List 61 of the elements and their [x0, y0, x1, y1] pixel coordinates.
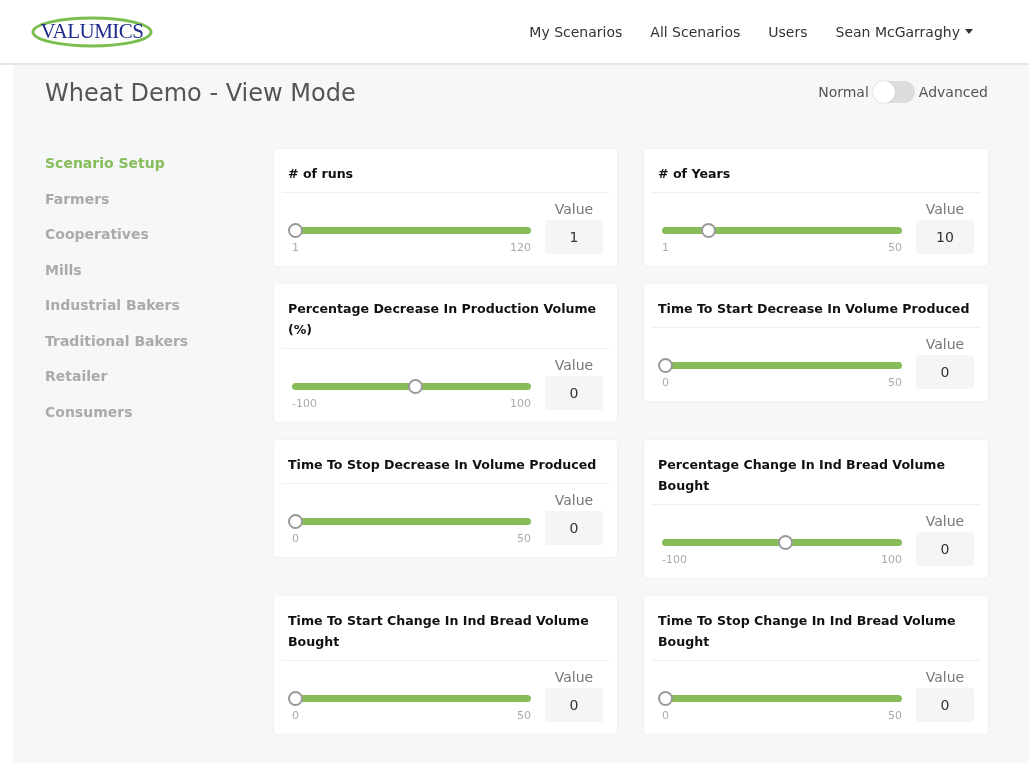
- min-label: 0: [292, 532, 299, 545]
- nav-link[interactable]: All Scenarios: [650, 23, 741, 40]
- slider-thumb[interactable]: [701, 223, 717, 238]
- caret-icon: [965, 29, 973, 34]
- parameter-title: Time To Stop Decrease In Volume Produced: [282, 454, 609, 484]
- parameter-title: Time To Start Decrease In Volume Produced: [652, 298, 980, 328]
- slider[interactable]: [662, 535, 902, 550]
- min-label: 0: [292, 709, 299, 722]
- min-label: 1: [292, 241, 299, 254]
- value-field[interactable]: 10: [916, 220, 974, 254]
- page-title: Wheat Demo - View Mode: [45, 79, 356, 109]
- value-field[interactable]: 1: [545, 220, 603, 254]
- value-label: Value: [925, 201, 965, 217]
- value-field[interactable]: 0: [545, 511, 603, 545]
- mode-toggle[interactable]: [872, 81, 915, 103]
- nav-link[interactable]: Sean McGarraghy: [835, 23, 973, 40]
- min-label: 0: [662, 376, 669, 389]
- valumics-logo[interactable]: VALUMICS: [30, 14, 154, 49]
- max-label: 50: [517, 709, 531, 722]
- value-label: Value: [554, 492, 594, 508]
- value-label: Value: [925, 513, 965, 529]
- value-label: Value: [554, 201, 594, 217]
- value-label: Value: [554, 357, 594, 373]
- min-label: -100: [662, 553, 687, 566]
- max-label: 50: [888, 376, 902, 389]
- parameter-title: Time To Stop Change In Ind Bread Volume Bought: [652, 610, 980, 661]
- max-label: 50: [888, 241, 902, 254]
- slider-thumb[interactable]: [778, 535, 793, 550]
- slider[interactable]: [292, 379, 531, 394]
- slider-thumb[interactable]: [407, 379, 423, 394]
- slider-thumb[interactable]: [288, 223, 303, 238]
- min-label: 1: [662, 241, 669, 254]
- parameter-title: Percentage Change In Ind Bread Volume Bought: [652, 454, 980, 505]
- min-label: -100: [292, 397, 317, 410]
- max-label: 100: [881, 553, 902, 566]
- max-label: 120: [510, 241, 531, 254]
- value-field[interactable]: 0: [916, 688, 974, 722]
- value-label: Value: [925, 336, 965, 352]
- parameter-title: # of Years: [652, 163, 980, 193]
- toggle-label: Advanced: [918, 83, 988, 102]
- min-label: 0: [662, 709, 669, 722]
- parameter-title: Time To Start Change In Ind Bread Volume Bought: [282, 610, 609, 661]
- slider[interactable]: [662, 223, 902, 238]
- slider-thumb[interactable]: [288, 691, 303, 706]
- value-field[interactable]: 0: [545, 376, 603, 410]
- toggle-label: Normal: [818, 83, 869, 102]
- value-field[interactable]: 0: [916, 532, 974, 566]
- slider-thumb[interactable]: [658, 691, 673, 706]
- value-field[interactable]: 0: [916, 355, 974, 389]
- value-label: Value: [554, 669, 594, 685]
- max-label: 50: [888, 709, 902, 722]
- value-label: Value: [925, 669, 965, 685]
- parameter-title: # of runs: [282, 163, 609, 193]
- slider-thumb[interactable]: [658, 358, 673, 373]
- slider-thumb[interactable]: [288, 514, 303, 529]
- value-field[interactable]: 0: [545, 688, 603, 722]
- parameter-title: Percentage Decrease In Production Volume (%): [282, 298, 609, 349]
- max-label: 50: [517, 532, 531, 545]
- nav-link[interactable]: Users: [768, 23, 808, 40]
- max-label: 100: [510, 397, 531, 410]
- nav-link[interactable]: My Scenarios: [529, 23, 623, 40]
